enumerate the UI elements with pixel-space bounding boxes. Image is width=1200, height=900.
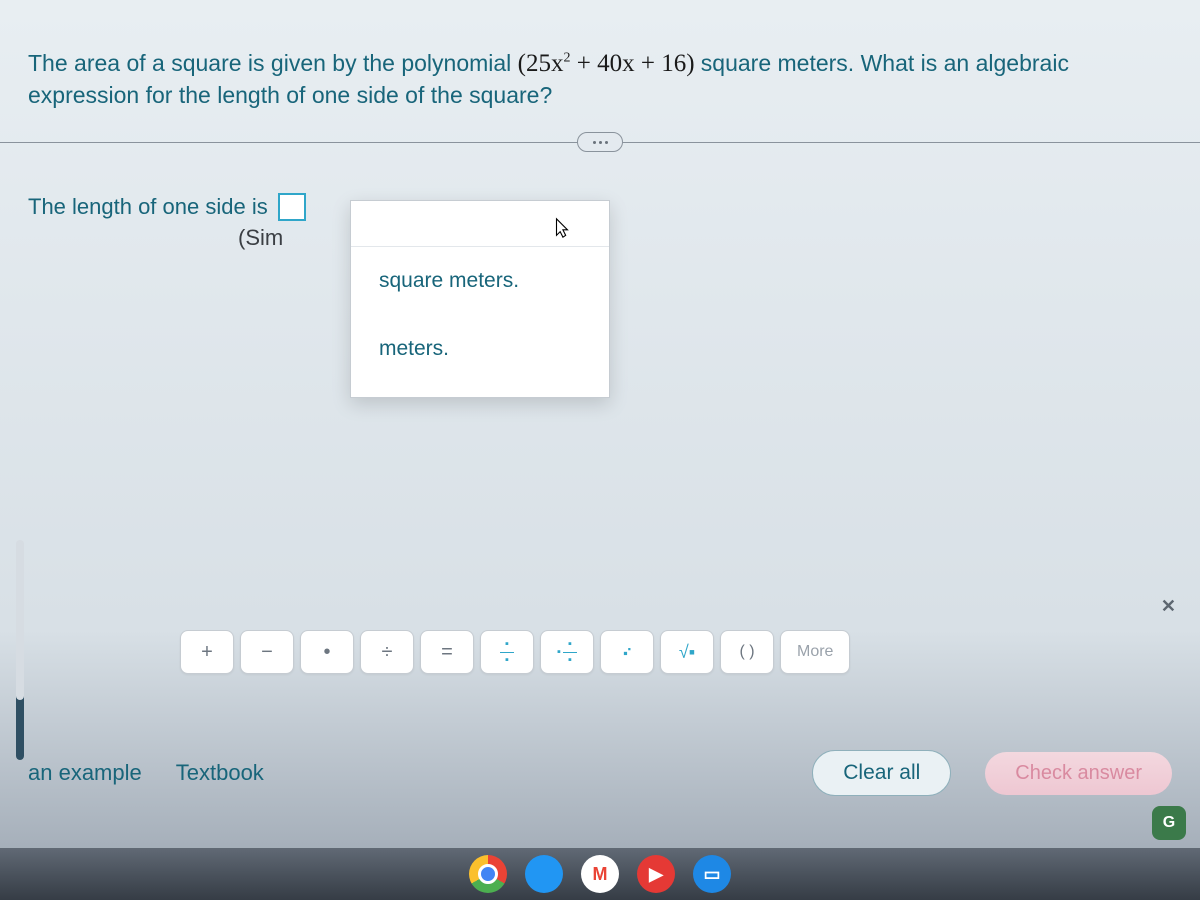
- exponent-button[interactable]: ▪▪: [600, 630, 654, 674]
- textbook-link[interactable]: Textbook: [176, 760, 264, 786]
- expand-pill[interactable]: [577, 132, 623, 152]
- dropdown-header: [351, 209, 609, 247]
- equals-button[interactable]: =: [420, 630, 474, 674]
- section-divider: [0, 142, 1200, 143]
- chrome-icon[interactable]: [469, 855, 507, 893]
- dropdown-option-square-meters[interactable]: square meters.: [351, 247, 609, 315]
- fraction-button[interactable]: ▪▪: [480, 630, 534, 674]
- sqrt-button[interactable]: √▪: [660, 630, 714, 674]
- example-link[interactable]: an example: [28, 760, 142, 786]
- answer-input[interactable]: [278, 193, 306, 221]
- paren-icon: ( ): [739, 643, 754, 661]
- bottom-actions: an example Textbook Clear all Check answ…: [0, 750, 1200, 796]
- files-icon[interactable]: [525, 855, 563, 893]
- corner-app-icon[interactable]: G: [1152, 806, 1186, 840]
- divide-button[interactable]: ÷: [360, 630, 414, 674]
- units-dropdown[interactable]: square meters. meters.: [350, 200, 610, 398]
- answer-label: The length of one side is: [28, 194, 268, 220]
- app-icon[interactable]: ▭: [693, 855, 731, 893]
- fraction-icon: ▪▪: [500, 639, 514, 666]
- minus-button[interactable]: −: [240, 630, 294, 674]
- plus-button[interactable]: +: [180, 630, 234, 674]
- cursor-icon: [551, 217, 573, 239]
- question-prefix: The area of a square is given by the pol…: [28, 50, 518, 76]
- youtube-icon[interactable]: ▶: [637, 855, 675, 893]
- sqrt-icon: √▪: [679, 642, 695, 663]
- question-text: The area of a square is given by the pol…: [28, 48, 1172, 110]
- dropdown-option-meters[interactable]: meters.: [351, 315, 609, 383]
- check-answer-button[interactable]: Check answer: [985, 752, 1172, 795]
- clear-all-button[interactable]: Clear all: [812, 750, 951, 796]
- polynomial: (25x2 + 40x + 16): [518, 50, 701, 77]
- more-button[interactable]: More: [780, 630, 850, 674]
- progress-bar: [16, 540, 24, 760]
- parentheses-button[interactable]: ( ): [720, 630, 774, 674]
- taskbar: M ▶ ▭: [0, 848, 1200, 900]
- close-toolbar-icon[interactable]: ✕: [1161, 596, 1176, 617]
- math-toolbar: + − • ÷ = ▪▪ ▪▪▪ ▪▪ √▪ ( ) More: [180, 630, 850, 674]
- mixed-fraction-icon: ▪▪▪: [557, 639, 577, 666]
- exponent-icon: ▪▪: [623, 644, 631, 660]
- dot-button[interactable]: •: [300, 630, 354, 674]
- gmail-icon[interactable]: M: [581, 855, 619, 893]
- mixed-fraction-button[interactable]: ▪▪▪: [540, 630, 594, 674]
